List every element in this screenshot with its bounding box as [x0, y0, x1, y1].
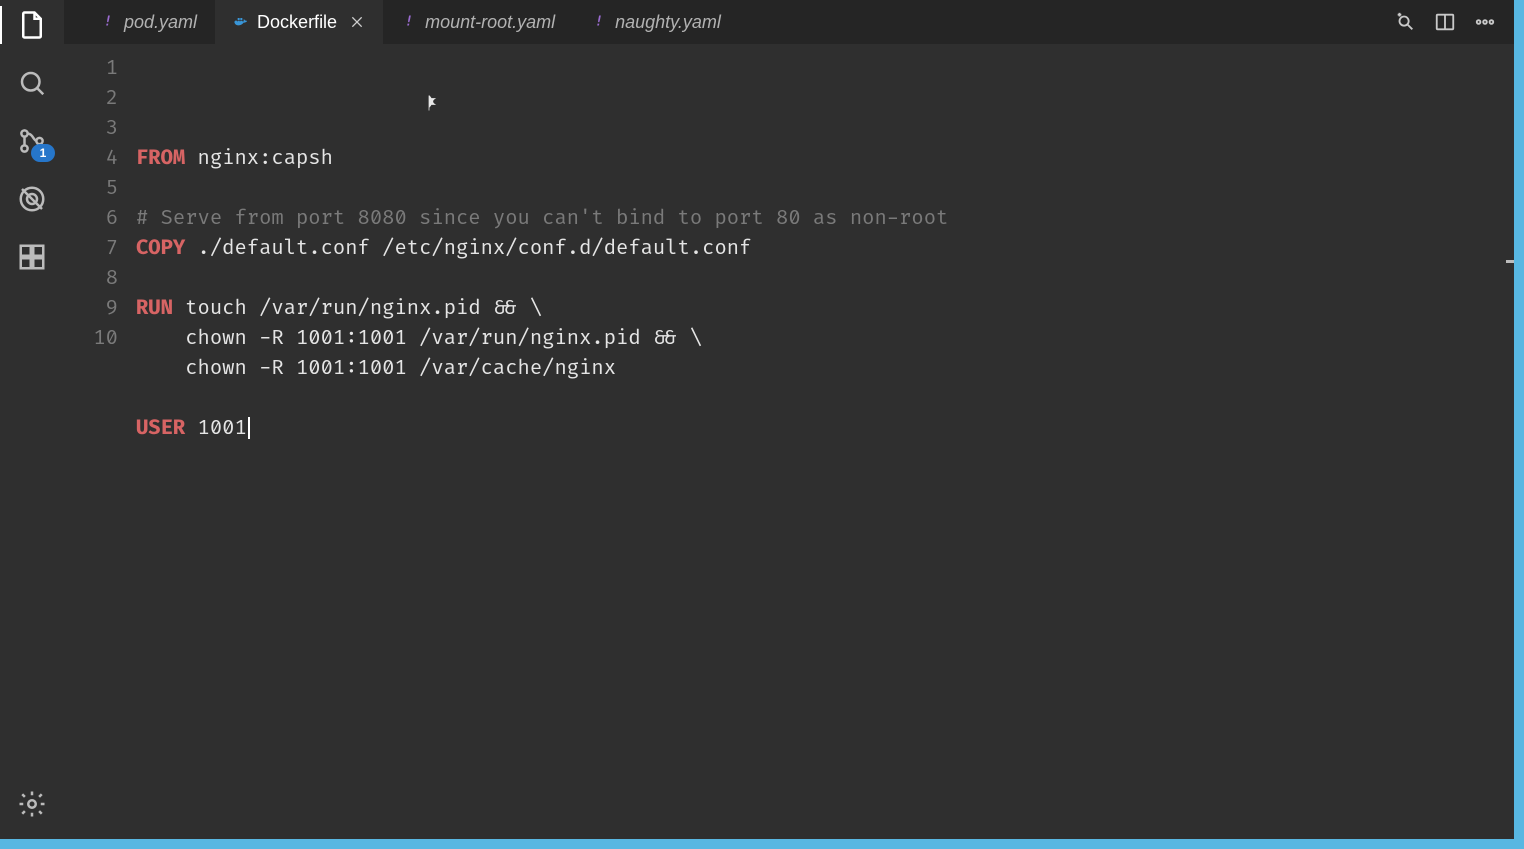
text-caret: [248, 417, 250, 439]
scm-badge: 1: [31, 144, 55, 162]
yaml-icon: !: [401, 14, 417, 30]
code-line[interactable]: COPY ./default.conf /etc/nginx/conf.d/de…: [136, 234, 1508, 264]
yaml-icon: !: [591, 14, 607, 30]
editor-tab-bar: ! pod.yaml Dockerfile! mount-root.yaml! naug…: [64, 0, 1514, 44]
code-text: touch /var/run/nginx.pid && \: [173, 297, 542, 321]
code-text: chown -R 1001:1001 /var/cache/nginx: [136, 357, 616, 381]
code-line[interactable]: [136, 174, 1508, 204]
compare-changes-icon[interactable]: [1394, 11, 1416, 33]
debug-icon[interactable]: [15, 182, 49, 216]
dockerfile-keyword: COPY: [136, 237, 185, 261]
code-line[interactable]: USER 1001: [136, 414, 1508, 444]
code-text: nginx:capsh: [185, 147, 333, 171]
line-number: 2: [64, 84, 118, 114]
svg-text:!: !: [595, 14, 603, 29]
editor-actions: [1394, 0, 1514, 44]
tab-label: mount-root.yaml: [425, 12, 555, 33]
vscode-window: 1 ! pod.yaml Dockerfile! mount-root.yaml! na…: [0, 0, 1514, 839]
code-line[interactable]: chown -R 1001:1001 /var/cache/nginx: [136, 354, 1508, 384]
dockerfile-keyword: FROM: [136, 147, 185, 171]
tab-label: naughty.yaml: [615, 12, 721, 33]
code-line[interactable]: [136, 384, 1508, 414]
main-panel: ! pod.yaml Dockerfile! mount-root.yaml! naug…: [64, 0, 1514, 839]
code-editor[interactable]: 12345678910 FROM nginx:capsh # Serve from…: [64, 44, 1514, 839]
search-icon[interactable]: [15, 66, 49, 100]
svg-text:!: !: [405, 14, 413, 29]
code-comment: # Serve from port 8080 since you can't b…: [136, 207, 948, 231]
code-text: ./default.conf /etc/nginx/conf.d/default…: [185, 237, 751, 261]
dockerfile-keyword: USER: [136, 417, 185, 441]
mouse-cursor-icon: [300, 62, 318, 84]
code-content[interactable]: FROM nginx:capsh # Serve from port 8080 s…: [136, 44, 1508, 839]
line-number: 5: [64, 174, 118, 204]
extensions-icon[interactable]: [15, 240, 49, 274]
code-text: 1001: [185, 417, 247, 441]
source-control-icon[interactable]: 1: [15, 124, 49, 158]
code-line[interactable]: RUN touch /var/run/nginx.pid && \: [136, 294, 1508, 324]
line-number: 9: [64, 294, 118, 324]
explorer-icon[interactable]: [15, 8, 49, 42]
settings-gear-icon[interactable]: [15, 787, 49, 821]
code-line[interactable]: [136, 264, 1508, 294]
line-number: 6: [64, 204, 118, 234]
activity-bar: 1: [0, 0, 64, 839]
yaml-icon: !: [100, 14, 116, 30]
line-number: 10: [64, 324, 118, 354]
tab-naughty-yaml[interactable]: ! naughty.yaml: [573, 0, 739, 44]
code-line[interactable]: FROM nginx:capsh: [136, 144, 1508, 174]
tab-mount-root-yaml[interactable]: ! mount-root.yaml: [383, 0, 573, 44]
code-line[interactable]: chown -R 1001:1001 /var/run/nginx.pid &&…: [136, 324, 1508, 354]
line-number: 1: [64, 54, 118, 84]
tab-label: pod.yaml: [124, 12, 197, 33]
code-text: chown -R 1001:1001 /var/run/nginx.pid &&…: [136, 327, 702, 351]
line-number-gutter: 12345678910: [64, 44, 136, 839]
svg-text:!: !: [104, 14, 112, 29]
line-number: 8: [64, 264, 118, 294]
code-line[interactable]: # Serve from port 8080 since you can't b…: [136, 204, 1508, 234]
tab-label: Dockerfile: [257, 12, 337, 33]
minimap[interactable]: [1508, 44, 1514, 839]
dockerfile-keyword: RUN: [136, 297, 173, 321]
line-number: 4: [64, 144, 118, 174]
line-number: 7: [64, 234, 118, 264]
more-actions-icon[interactable]: [1474, 11, 1496, 33]
split-editor-icon[interactable]: [1434, 11, 1456, 33]
docker-icon: [233, 14, 249, 30]
tab-pod-yaml[interactable]: ! pod.yaml: [82, 0, 215, 44]
line-number: 3: [64, 114, 118, 144]
tab-dockerfile[interactable]: Dockerfile: [215, 0, 383, 44]
tab-close-icon[interactable]: [349, 14, 365, 30]
